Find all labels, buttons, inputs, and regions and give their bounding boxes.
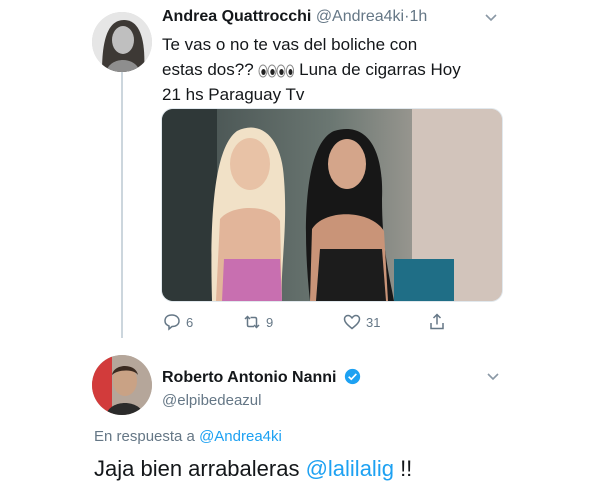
chevron-down-icon[interactable] xyxy=(486,372,500,382)
like-count: 31 xyxy=(366,314,381,330)
replying-to-handle-link[interactable]: @Andrea4ki xyxy=(199,428,282,445)
thread-connector-line xyxy=(121,70,123,338)
reply-display-name[interactable]: Roberto Antonio Nanni xyxy=(162,369,337,386)
mention-link[interactable]: @lalilalig xyxy=(306,456,394,481)
reply-button[interactable]: 6 xyxy=(162,312,193,332)
share-icon xyxy=(430,313,444,330)
reply-author-row: Roberto Antonio Nanni xyxy=(162,368,361,387)
reply-tweet-text: Jaja bien arrabaleras @lalilalig !! xyxy=(94,456,412,482)
avatar-andrea[interactable] xyxy=(92,12,152,72)
tweet-photo[interactable] xyxy=(161,108,503,302)
eyes-emoji-icon xyxy=(258,64,295,78)
reply-text-part-1: Jaja bien arrabaleras xyxy=(94,456,306,481)
reply-count: 6 xyxy=(186,314,194,330)
heart-icon xyxy=(343,314,361,330)
replying-to-line: En respuesta a @Andrea4ki xyxy=(94,428,282,445)
original-action-bar: 6 9 31 xyxy=(162,312,462,336)
reply-text-part-2: !! xyxy=(393,456,413,481)
retweet-icon xyxy=(244,315,260,329)
verified-badge-icon xyxy=(344,368,361,385)
replying-to-prefix: En respuesta a xyxy=(94,428,200,445)
chevron-down-icon[interactable] xyxy=(484,13,498,23)
avatar-roberto[interactable] xyxy=(92,355,152,415)
original-author-row: Andrea Quattrocchi @Andrea4ki·1h xyxy=(162,8,427,26)
original-display-name[interactable]: Andrea Quattrocchi xyxy=(162,8,311,25)
retweet-count: 9 xyxy=(266,314,274,330)
avatar-photo xyxy=(92,355,152,415)
retweet-button[interactable]: 9 xyxy=(242,312,273,332)
original-timestamp[interactable]: 1h xyxy=(409,8,427,25)
share-button[interactable] xyxy=(427,312,447,332)
avatar-photo xyxy=(92,12,152,72)
photo-two-women xyxy=(162,109,502,301)
reply-icon xyxy=(164,314,180,331)
original-handle[interactable]: @Andrea4ki xyxy=(316,8,404,25)
original-tweet-text: Te vas o no te vas del boliche con estas… xyxy=(162,32,462,107)
reply-handle[interactable]: @elpibedeazul xyxy=(162,392,261,409)
like-button[interactable]: 31 xyxy=(342,312,380,332)
